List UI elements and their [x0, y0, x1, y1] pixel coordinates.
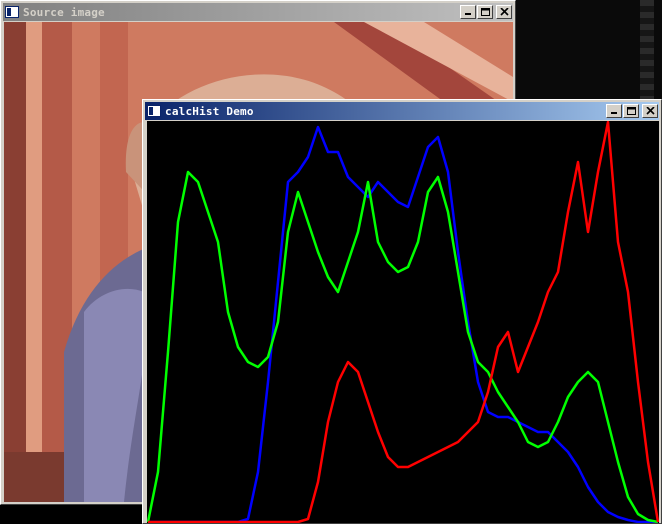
close-icon [500, 8, 509, 16]
minimize-icon [465, 13, 471, 15]
source-window-controls [459, 5, 512, 19]
hist-window-titlebar[interactable]: calcHist Demo [145, 102, 659, 120]
histogram-plot [147, 121, 659, 523]
hist-maximize-button[interactable] [623, 104, 639, 118]
hist-window-title: calcHist Demo [165, 104, 254, 118]
green-channel-line [147, 170, 659, 523]
source-maximize-button[interactable] [477, 5, 493, 19]
red-channel-line [148, 121, 659, 523]
source-window-title: Source image [23, 5, 105, 19]
window-app-icon[interactable] [147, 105, 161, 117]
hist-window-controls [605, 104, 658, 118]
minimize-icon [611, 112, 617, 114]
close-icon [646, 107, 655, 115]
calchist-demo-window[interactable]: calcHist Demo [142, 99, 662, 524]
source-minimize-button[interactable] [460, 5, 476, 19]
maximize-icon [627, 107, 636, 115]
hist-minimize-button[interactable] [606, 104, 622, 118]
histogram-canvas [147, 121, 659, 523]
hist-close-button[interactable] [642, 104, 658, 118]
maximize-icon [481, 8, 490, 16]
desktop-background [514, 0, 662, 100]
window-app-icon[interactable] [5, 6, 19, 18]
source-close-button[interactable] [496, 5, 512, 19]
source-window-titlebar[interactable]: Source image [3, 3, 513, 21]
desktop-window-edge [640, 0, 654, 100]
